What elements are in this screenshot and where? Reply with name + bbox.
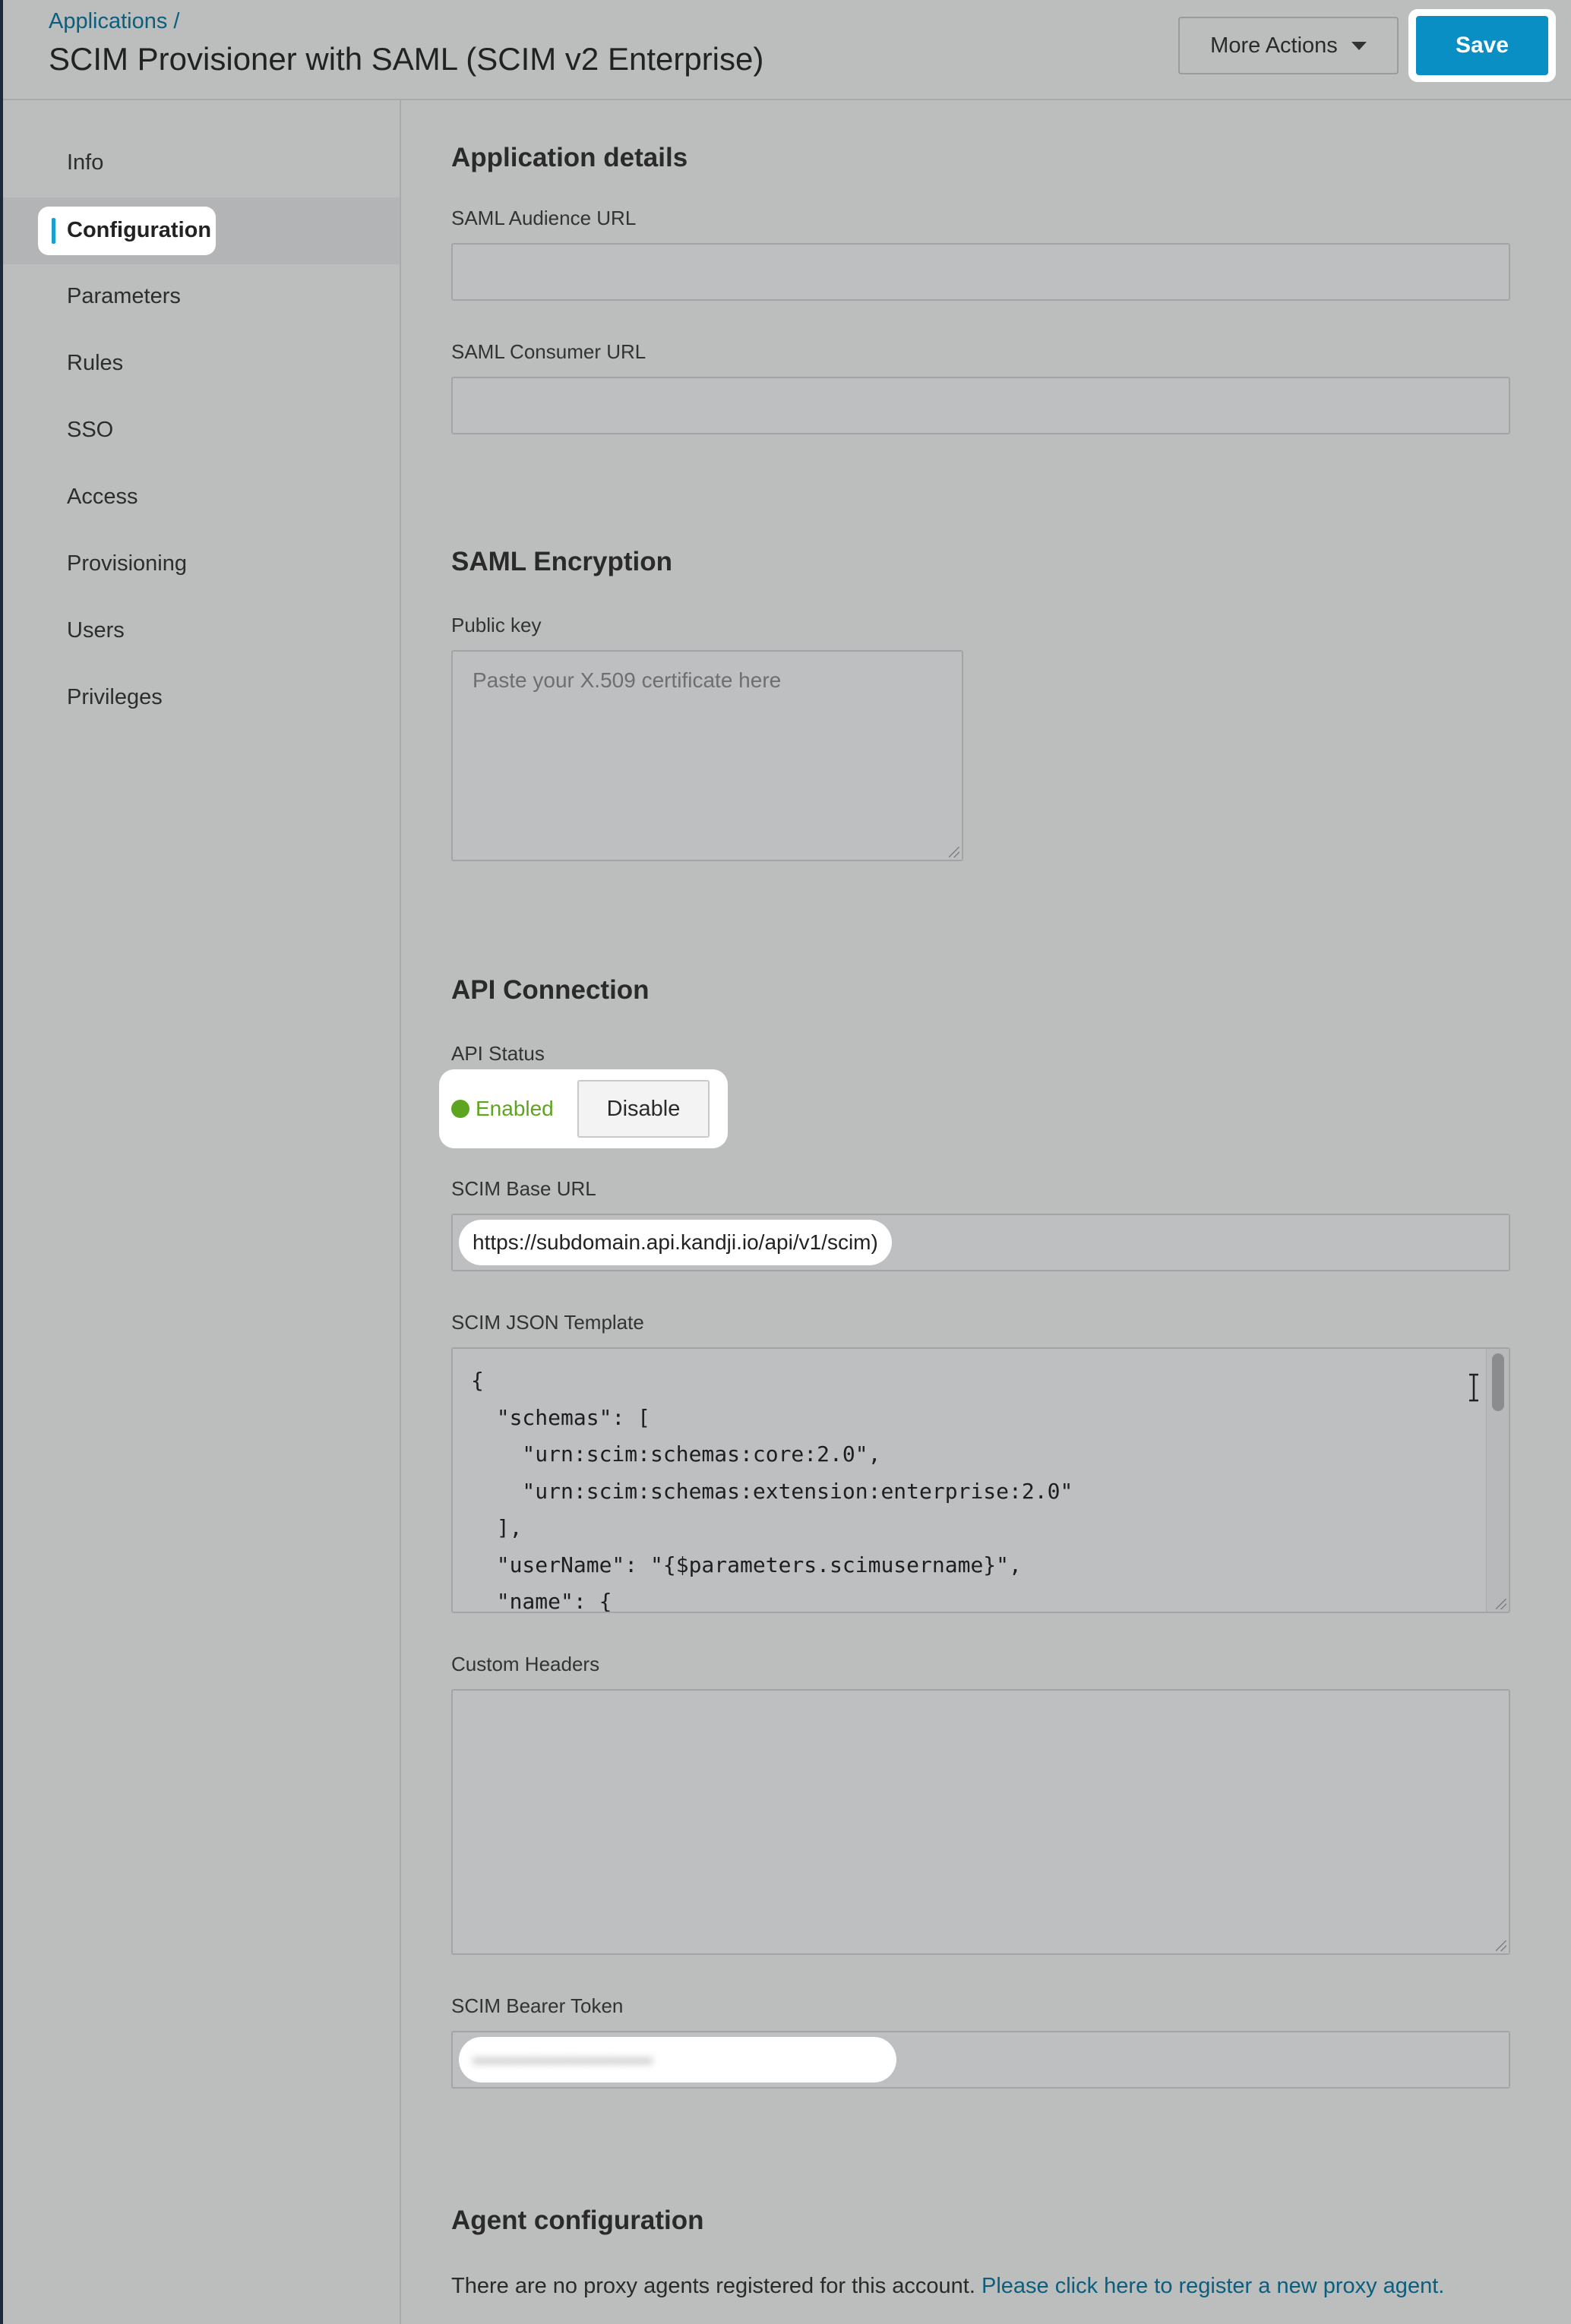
sidebar-item-access[interactable]: Access (67, 485, 138, 510)
disable-button[interactable]: Disable (577, 1080, 710, 1138)
saml-audience-url-input[interactable] (451, 243, 1510, 301)
api-status-label: API Status (451, 1042, 545, 1065)
public-key-label: Public key (451, 614, 542, 636)
sidebar-item-users[interactable]: Users (67, 618, 125, 643)
bearer-token-value: •••••••••••••••••••••••••• (473, 2049, 653, 2072)
more-actions-label: More Actions (1210, 33, 1338, 58)
custom-headers-label: Custom Headers (451, 1653, 600, 1675)
page-title: SCIM Provisioner with SAML (SCIM v2 Ente… (49, 41, 764, 77)
sidebar-item-label: Configuration (67, 218, 212, 242)
saml-encryption-title: SAML Encryption (451, 547, 673, 576)
scrollbar-thumb[interactable] (1492, 1353, 1504, 1411)
breadcrumb[interactable]: Applications / (49, 9, 180, 34)
scim-base-url-label: SCIM Base URL (451, 1177, 596, 1200)
scim-json-template-label: SCIM JSON Template (451, 1311, 644, 1334)
save-highlight: Save (1408, 9, 1556, 82)
page-header: Applications / SCIM Provisioner with SAM… (3, 0, 1571, 100)
agent-message: There are no proxy agents registered for… (451, 2274, 1444, 2299)
resize-handle-icon[interactable] (1496, 1599, 1506, 1609)
sidebar-item-rules[interactable]: Rules (67, 351, 123, 376)
custom-headers-textarea[interactable] (451, 1689, 1510, 1955)
saml-audience-url-label: SAML Audience URL (451, 207, 637, 229)
scim-base-url-value: https://subdomain.api.kandji.io/api/v1/s… (459, 1220, 892, 1265)
status-badge: Enabled (476, 1097, 554, 1120)
api-status-group: Enabled Disable (439, 1069, 728, 1148)
application-details-title: Application details (451, 143, 688, 172)
sidebar-item-provisioning[interactable]: Provisioning (67, 551, 187, 576)
more-actions-button[interactable]: More Actions (1178, 17, 1399, 74)
saml-consumer-url-label: SAML Consumer URL (451, 340, 646, 363)
status-dot-icon (451, 1100, 469, 1118)
sidebar: Info Configuration Parameters Rules SSO … (3, 100, 401, 2324)
sidebar-item-sso[interactable]: SSO (67, 418, 113, 443)
api-connection-title: API Connection (451, 975, 650, 1005)
main-content: Application details SAML Audience URL SA… (401, 100, 1571, 2324)
sidebar-item-parameters[interactable]: Parameters (67, 284, 181, 309)
sidebar-item-configuration[interactable]: Configuration (38, 207, 216, 255)
agent-message-text: There are no proxy agents registered for… (451, 2274, 975, 2298)
resize-handle-icon[interactable] (1496, 1940, 1506, 1951)
saml-consumer-url-input[interactable] (451, 377, 1510, 434)
chevron-down-icon (1351, 41, 1367, 50)
json-template-code: { "schemas": [ "urn:scim:schemas:core:2.… (471, 1368, 1073, 1613)
public-key-textarea[interactable]: Paste your X.509 certificate here (451, 650, 963, 861)
sidebar-item-privileges[interactable]: Privileges (67, 685, 163, 710)
save-button[interactable]: Save (1416, 16, 1548, 75)
scim-base-url-input[interactable]: https://subdomain.api.kandji.io/api/v1/s… (451, 1214, 1510, 1271)
text-cursor-icon (1469, 1373, 1478, 1402)
scim-bearer-token-input[interactable]: •••••••••••••••••••••••••• (451, 2031, 1510, 2089)
scim-json-template-editor[interactable]: { "schemas": [ "urn:scim:schemas:core:2.… (451, 1347, 1510, 1613)
scim-bearer-token-label: SCIM Bearer Token (451, 1994, 624, 2017)
sidebar-item-info[interactable]: Info (67, 150, 103, 175)
active-indicator (52, 218, 55, 244)
agent-configuration-title: Agent configuration (451, 2206, 704, 2235)
resize-handle-icon[interactable] (949, 847, 959, 857)
scrollbar-track[interactable] (1486, 1349, 1509, 1612)
register-proxy-agent-link[interactable]: Please click here to register a new prox… (981, 2274, 1444, 2298)
bearer-token-redacted: •••••••••••••••••••••••••• (459, 2037, 896, 2082)
public-key-placeholder: Paste your X.509 certificate here (473, 668, 782, 692)
